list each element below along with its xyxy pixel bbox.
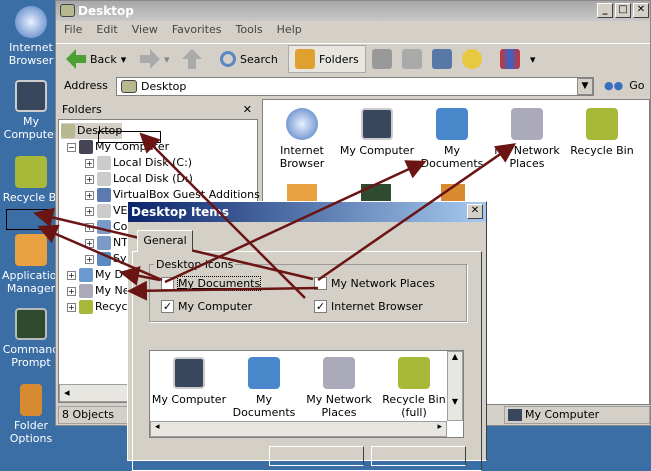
dialog-button[interactable] xyxy=(269,446,364,466)
annotation-arrows xyxy=(33,132,517,301)
dialog-button[interactable] xyxy=(371,446,466,466)
tab-general[interactable]: General xyxy=(137,230,193,252)
arrow xyxy=(127,280,319,301)
arrow xyxy=(164,160,427,284)
arrow xyxy=(139,132,306,299)
